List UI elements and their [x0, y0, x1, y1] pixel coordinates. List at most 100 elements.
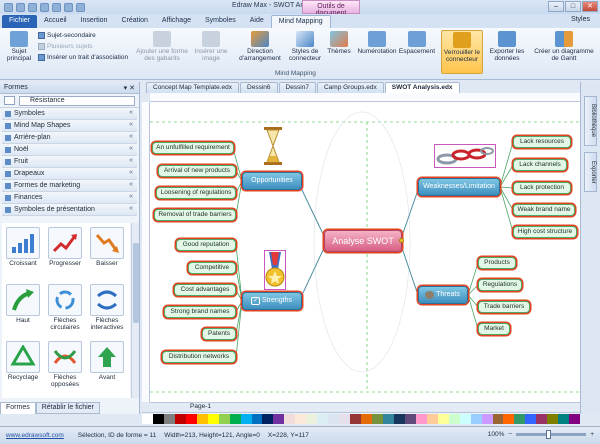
styles-menu[interactable]: Styles: [571, 16, 590, 23]
library-formes-marketing[interactable]: Formes de marketing «: [2, 180, 137, 192]
exporter-donnees-button[interactable]: Exporter les données: [487, 31, 527, 62]
palette-swatch[interactable]: [459, 414, 471, 424]
tab-symboles[interactable]: Symboles: [198, 15, 243, 28]
palette-swatch[interactable]: [240, 414, 252, 424]
shape-grid-scrollbar[interactable]: [131, 223, 139, 398]
library-symboles-presentation[interactable]: Symboles de présentation «: [2, 204, 137, 216]
palette-swatch[interactable]: [185, 414, 197, 424]
library-finances[interactable]: Finances «: [2, 192, 137, 204]
shape-fleches-opposees[interactable]: Flèches opposées: [45, 339, 85, 395]
minimize-button[interactable]: –: [548, 1, 564, 12]
opportunity-item[interactable]: Arrival of new products: [158, 165, 236, 177]
palette-swatch[interactable]: [350, 414, 362, 424]
palette-swatch[interactable]: [448, 414, 460, 424]
redo-icon[interactable]: [40, 2, 49, 12]
shape-fleches-circulaires[interactable]: Flèches circulaires: [45, 282, 85, 338]
library-drapeaux[interactable]: Drapeaux «: [2, 168, 137, 180]
weakness-item[interactable]: Weak brand name: [513, 204, 575, 216]
doc-tab-dessin7[interactable]: Dessin7: [278, 82, 316, 93]
strength-item[interactable]: Distribution networks: [162, 351, 236, 363]
opportunity-item[interactable]: An unfulfilled requirement: [152, 142, 234, 154]
broken-chain-icon[interactable]: [434, 144, 496, 168]
strength-item[interactable]: Competitive: [188, 262, 236, 274]
library-fruit[interactable]: Fruit «: [2, 156, 137, 168]
topic-strengths[interactable]: ✓ Strengths: [242, 292, 302, 310]
threat-item[interactable]: Regulations: [478, 279, 522, 291]
palette-swatch[interactable]: [361, 414, 373, 424]
weakness-item[interactable]: Lack resources: [513, 136, 571, 148]
library-arriere-plan[interactable]: Arrière-plan «: [2, 132, 137, 144]
palette-swatch[interactable]: [569, 414, 581, 424]
undo-icon[interactable]: [28, 2, 37, 12]
strength-item[interactable]: Strong brand names: [164, 306, 236, 318]
shape-baisser[interactable]: Baisser: [87, 225, 127, 281]
palette-swatch[interactable]: [142, 414, 153, 424]
tab-accueil[interactable]: Accueil: [37, 15, 74, 28]
website-link[interactable]: www.edrawsoft.com: [0, 432, 70, 439]
doc-tab-concept-map[interactable]: Concept Map Template.edx: [146, 82, 240, 93]
plusieurs-sujets-button[interactable]: Plusieurs sujets: [38, 43, 93, 50]
palette-swatch[interactable]: [426, 414, 438, 424]
palette-swatch[interactable]: [547, 414, 559, 424]
themes-button[interactable]: Thèmes: [326, 31, 352, 55]
palette-swatch[interactable]: [404, 414, 416, 424]
creer-gantt-button[interactable]: Créer un diagramme de Gantt: [531, 31, 597, 62]
tab-retablir-fichier[interactable]: Rétablir le fichier: [35, 402, 100, 414]
topic-weaknesses[interactable]: Weaknesses/Limitation: [418, 178, 500, 196]
library-mind-map-shapes[interactable]: Mind Map Shapes «: [2, 120, 137, 132]
opportunity-item[interactable]: Removal of trade barriers: [154, 209, 236, 221]
doc-tab-dessin6[interactable]: Dessin6: [240, 82, 278, 93]
palette-swatch[interactable]: [218, 414, 230, 424]
zoom-slider-knob[interactable]: [546, 430, 552, 439]
opportunity-item[interactable]: Loosening of regulations: [156, 187, 236, 199]
shape-progresser[interactable]: Progresser: [45, 225, 85, 281]
palette-swatch[interactable]: [558, 414, 570, 424]
zoom-slider[interactable]: [516, 430, 587, 439]
palette-swatch[interactable]: [492, 414, 504, 424]
palette-swatch[interactable]: [174, 414, 186, 424]
palette-swatch[interactable]: [382, 414, 394, 424]
palette-swatch[interactable]: [229, 414, 241, 424]
save-icon[interactable]: [16, 2, 25, 12]
palette-swatch[interactable]: [437, 414, 449, 424]
print-icon[interactable]: [76, 2, 85, 12]
palette-swatch[interactable]: [284, 414, 296, 424]
central-topic[interactable]: Analyse SWOT: [324, 230, 402, 252]
doc-tab-camp-groups[interactable]: Camp Groups.edx: [316, 82, 384, 93]
weakness-item[interactable]: Lack channels: [513, 159, 567, 171]
shape-croissant[interactable]: Croissant: [3, 225, 43, 281]
tab-fichier[interactable]: Fichier: [2, 15, 38, 28]
open-icon[interactable]: [64, 2, 73, 12]
weakness-item[interactable]: High cost structure: [513, 226, 577, 238]
side-tab-bibliotheque[interactable]: Bibliothèque: [584, 96, 597, 146]
palette-swatch[interactable]: [306, 414, 318, 424]
doc-tab-swot-analysis[interactable]: SWOT Analysis.edx: [384, 82, 460, 93]
tab-aide[interactable]: Aide: [243, 15, 271, 28]
maximize-button[interactable]: □: [565, 1, 581, 12]
palette-swatch[interactable]: [536, 414, 548, 424]
palette-swatch[interactable]: [295, 414, 307, 424]
topic-opportunities[interactable]: Opportunities: [242, 172, 302, 190]
palette-swatch[interactable]: [273, 414, 285, 424]
close-button[interactable]: ✕: [582, 1, 598, 12]
palette-swatch[interactable]: [514, 414, 526, 424]
palette-swatch[interactable]: [251, 414, 263, 424]
shape-haut[interactable]: Haut: [3, 282, 43, 338]
palette-swatch[interactable]: [339, 414, 351, 424]
drawing-canvas[interactable]: Analyse SWOT Opportunities Weaknesses/Li…: [150, 102, 580, 402]
direction-button[interactable]: Direction d'arrangement: [237, 31, 283, 62]
shape-recyclage[interactable]: Recyclage: [3, 339, 43, 395]
hourglass-icon[interactable]: [262, 126, 284, 166]
strength-item[interactable]: Good reputation: [176, 239, 236, 251]
palette-swatch[interactable]: [152, 414, 164, 424]
palette-swatch[interactable]: [163, 414, 175, 424]
medal-icon[interactable]: [264, 250, 286, 290]
tab-insertion[interactable]: Insertion: [74, 15, 115, 28]
topic-threats[interactable]: Threats: [418, 286, 468, 304]
palette-swatch[interactable]: [207, 414, 219, 424]
library-select-icon[interactable]: [4, 96, 15, 105]
palette-swatch[interactable]: [503, 414, 515, 424]
zoom-in-icon[interactable]: +: [590, 431, 594, 438]
page-tab[interactable]: Page-1: [190, 403, 211, 410]
shapes-search-input[interactable]: Résistance: [19, 95, 135, 106]
